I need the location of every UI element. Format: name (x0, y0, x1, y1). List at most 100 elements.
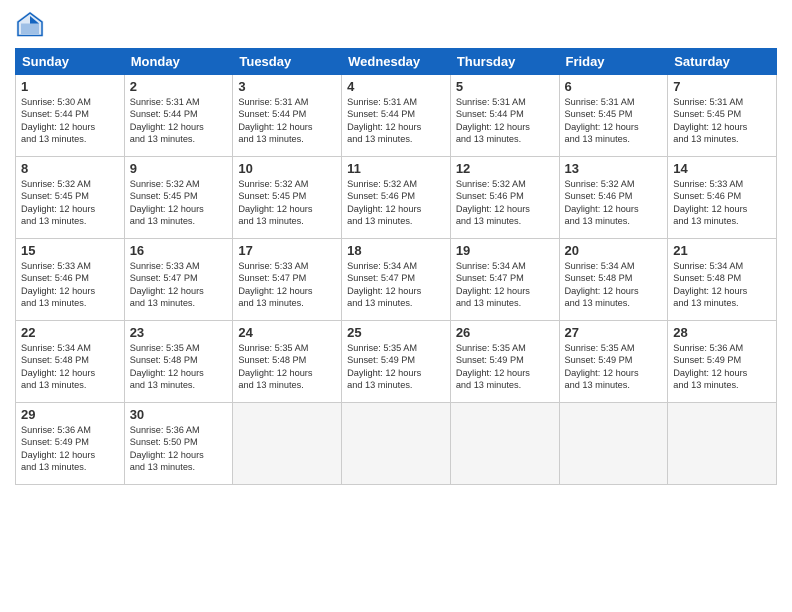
day-number: 24 (238, 325, 336, 340)
day-number: 26 (456, 325, 554, 340)
day-number: 28 (673, 325, 771, 340)
table-cell: 8 Sunrise: 5:32 AMSunset: 5:45 PMDaylight… (16, 157, 125, 239)
table-row: 15 Sunrise: 5:33 AMSunset: 5:46 PMDayligh… (16, 239, 777, 321)
cell-text: Sunrise: 5:36 AMSunset: 5:49 PMDaylight:… (673, 342, 771, 392)
day-number: 27 (565, 325, 663, 340)
cell-text: Sunrise: 5:34 AMSunset: 5:47 PMDaylight:… (456, 260, 554, 310)
day-number: 15 (21, 243, 119, 258)
day-number: 6 (565, 79, 663, 94)
cell-text: Sunrise: 5:31 AMSunset: 5:44 PMDaylight:… (238, 96, 336, 146)
day-number: 16 (130, 243, 228, 258)
day-number: 7 (673, 79, 771, 94)
table-cell: 2 Sunrise: 5:31 AMSunset: 5:44 PMDaylight… (124, 75, 233, 157)
cell-text: Sunrise: 5:33 AMSunset: 5:47 PMDaylight:… (130, 260, 228, 310)
day-number: 10 (238, 161, 336, 176)
cell-text: Sunrise: 5:32 AMSunset: 5:45 PMDaylight:… (21, 178, 119, 228)
table-cell: 30 Sunrise: 5:36 AMSunset: 5:50 PMDayligh… (124, 403, 233, 485)
cell-text: Sunrise: 5:31 AMSunset: 5:45 PMDaylight:… (565, 96, 663, 146)
cell-text: Sunrise: 5:31 AMSunset: 5:44 PMDaylight:… (347, 96, 445, 146)
table-cell: 19 Sunrise: 5:34 AMSunset: 5:47 PMDayligh… (450, 239, 559, 321)
table-cell: 24 Sunrise: 5:35 AMSunset: 5:48 PMDayligh… (233, 321, 342, 403)
table-row: 29 Sunrise: 5:36 AMSunset: 5:49 PMDayligh… (16, 403, 777, 485)
table-cell: 29 Sunrise: 5:36 AMSunset: 5:49 PMDayligh… (16, 403, 125, 485)
table-cell: 17 Sunrise: 5:33 AMSunset: 5:47 PMDayligh… (233, 239, 342, 321)
table-cell: 28 Sunrise: 5:36 AMSunset: 5:49 PMDayligh… (668, 321, 777, 403)
table-cell: 1Sunrise: 5:30 AMSunset: 5:44 PMDaylight… (16, 75, 125, 157)
cell-text: Sunrise: 5:35 AMSunset: 5:48 PMDaylight:… (238, 342, 336, 392)
cell-text: Sunrise: 5:33 AMSunset: 5:47 PMDaylight:… (238, 260, 336, 310)
day-number: 8 (21, 161, 119, 176)
table-row: 8 Sunrise: 5:32 AMSunset: 5:45 PMDaylight… (16, 157, 777, 239)
cell-text: Sunrise: 5:35 AMSunset: 5:48 PMDaylight:… (130, 342, 228, 392)
day-number: 19 (456, 243, 554, 258)
col-thursday: Thursday (450, 49, 559, 75)
table-row: 1Sunrise: 5:30 AMSunset: 5:44 PMDaylight… (16, 75, 777, 157)
cell-text: Sunrise: 5:32 AMSunset: 5:46 PMDaylight:… (565, 178, 663, 228)
cell-text: Sunrise: 5:34 AMSunset: 5:47 PMDaylight:… (347, 260, 445, 310)
logo (15, 10, 49, 40)
day-number: 21 (673, 243, 771, 258)
cell-text: Sunrise: 5:34 AMSunset: 5:48 PMDaylight:… (21, 342, 119, 392)
table-cell: 3 Sunrise: 5:31 AMSunset: 5:44 PMDaylight… (233, 75, 342, 157)
table-cell: 14Sunrise: 5:33 AMSunset: 5:46 PMDayligh… (668, 157, 777, 239)
day-number: 4 (347, 79, 445, 94)
day-number: 12 (456, 161, 554, 176)
cell-text: Sunrise: 5:36 AMSunset: 5:50 PMDaylight:… (130, 424, 228, 474)
cell-text: Sunrise: 5:35 AMSunset: 5:49 PMDaylight:… (347, 342, 445, 392)
table-cell: 6 Sunrise: 5:31 AMSunset: 5:45 PMDaylight… (559, 75, 668, 157)
table-cell: 25 Sunrise: 5:35 AMSunset: 5:49 PMDayligh… (342, 321, 451, 403)
day-number: 13 (565, 161, 663, 176)
cell-text: Sunrise: 5:32 AMSunset: 5:45 PMDaylight:… (130, 178, 228, 228)
cell-text: Sunrise: 5:34 AMSunset: 5:48 PMDaylight:… (673, 260, 771, 310)
cell-text: Sunrise: 5:32 AMSunset: 5:46 PMDaylight:… (347, 178, 445, 228)
col-tuesday: Tuesday (233, 49, 342, 75)
day-number: 29 (21, 407, 119, 422)
table-cell: 27 Sunrise: 5:35 AMSunset: 5:49 PMDayligh… (559, 321, 668, 403)
day-number: 2 (130, 79, 228, 94)
calendar-table: Sunday Monday Tuesday Wednesday Thursday… (15, 48, 777, 485)
day-number: 17 (238, 243, 336, 258)
day-number: 25 (347, 325, 445, 340)
day-number: 30 (130, 407, 228, 422)
day-number: 3 (238, 79, 336, 94)
table-cell: 21 Sunrise: 5:34 AMSunset: 5:48 PMDayligh… (668, 239, 777, 321)
cell-text: Sunrise: 5:34 AMSunset: 5:48 PMDaylight:… (565, 260, 663, 310)
table-cell: 15 Sunrise: 5:33 AMSunset: 5:46 PMDayligh… (16, 239, 125, 321)
cell-text: Sunrise: 5:35 AMSunset: 5:49 PMDaylight:… (565, 342, 663, 392)
cell-text: Sunrise: 5:31 AMSunset: 5:44 PMDaylight:… (456, 96, 554, 146)
table-cell: 4 Sunrise: 5:31 AMSunset: 5:44 PMDaylight… (342, 75, 451, 157)
table-cell (450, 403, 559, 485)
cell-text: Sunrise: 5:35 AMSunset: 5:49 PMDaylight:… (456, 342, 554, 392)
calendar-header-row: Sunday Monday Tuesday Wednesday Thursday… (16, 49, 777, 75)
table-cell: 9 Sunrise: 5:32 AMSunset: 5:45 PMDaylight… (124, 157, 233, 239)
table-cell: 22 Sunrise: 5:34 AMSunset: 5:48 PMDayligh… (16, 321, 125, 403)
cell-text: Sunrise: 5:32 AMSunset: 5:46 PMDaylight:… (456, 178, 554, 228)
table-cell: 26 Sunrise: 5:35 AMSunset: 5:49 PMDayligh… (450, 321, 559, 403)
col-saturday: Saturday (668, 49, 777, 75)
cell-text: Sunrise: 5:33 AMSunset: 5:46 PMDaylight:… (21, 260, 119, 310)
cell-text: Sunrise: 5:30 AMSunset: 5:44 PMDaylight:… (21, 96, 119, 146)
header (15, 10, 777, 40)
cell-text: Sunrise: 5:31 AMSunset: 5:45 PMDaylight:… (673, 96, 771, 146)
table-cell: 12 Sunrise: 5:32 AMSunset: 5:46 PMDayligh… (450, 157, 559, 239)
table-cell: 18Sunrise: 5:34 AMSunset: 5:47 PMDayligh… (342, 239, 451, 321)
col-wednesday: Wednesday (342, 49, 451, 75)
col-monday: Monday (124, 49, 233, 75)
table-row: 22 Sunrise: 5:34 AMSunset: 5:48 PMDayligh… (16, 321, 777, 403)
table-cell: 5Sunrise: 5:31 AMSunset: 5:44 PMDaylight… (450, 75, 559, 157)
day-number: 9 (130, 161, 228, 176)
table-cell: 20 Sunrise: 5:34 AMSunset: 5:48 PMDayligh… (559, 239, 668, 321)
table-cell (668, 403, 777, 485)
day-number: 22 (21, 325, 119, 340)
cell-text: Sunrise: 5:36 AMSunset: 5:49 PMDaylight:… (21, 424, 119, 474)
table-cell (559, 403, 668, 485)
table-cell (342, 403, 451, 485)
table-cell: 16 Sunrise: 5:33 AMSunset: 5:47 PMDayligh… (124, 239, 233, 321)
col-friday: Friday (559, 49, 668, 75)
day-number: 20 (565, 243, 663, 258)
day-number: 11 (347, 161, 445, 176)
table-cell: 7 Sunrise: 5:31 AMSunset: 5:45 PMDaylight… (668, 75, 777, 157)
cell-text: Sunrise: 5:31 AMSunset: 5:44 PMDaylight:… (130, 96, 228, 146)
logo-icon (15, 10, 45, 40)
cell-text: Sunrise: 5:33 AMSunset: 5:46 PMDaylight:… (673, 178, 771, 228)
